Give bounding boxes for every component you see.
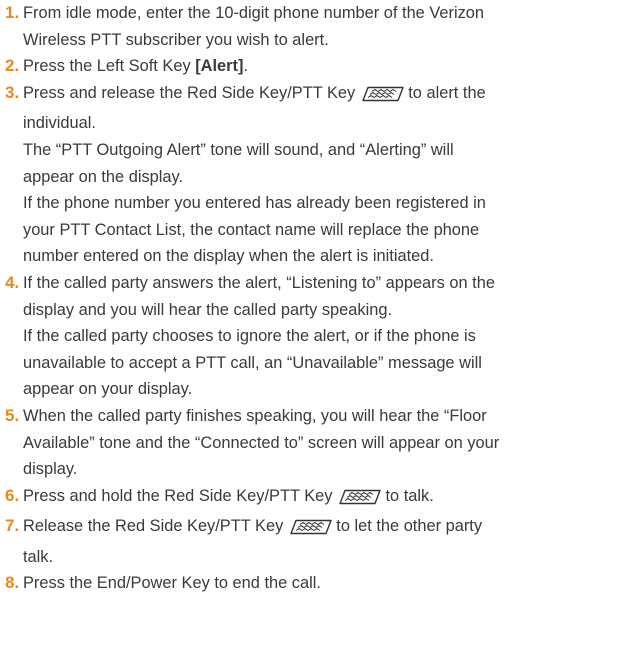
step-text-line: unavailable to accept a PTT call, an “Un…: [23, 353, 482, 372]
step-text-line: Release the Red Side Key/PTT Key to let t…: [23, 513, 628, 544]
step-number: 8.: [5, 573, 20, 593]
step-text: to alert the: [408, 83, 486, 102]
ptt-side-key-icon: [289, 517, 333, 544]
instruction-steps: 1. From idle mode, enter the 10-digit ph…: [0, 0, 630, 597]
step-text: Press the Left Soft Key: [23, 57, 196, 76]
step-text-line: If the called party answers the alert, “…: [23, 273, 495, 292]
step-4: 4. If the called party answers the alert…: [0, 270, 630, 403]
step-text: to let the other party: [336, 517, 483, 536]
step-text-line: number entered on the display when the a…: [23, 247, 434, 266]
step-text-line: your PTT Contact List, the contact name …: [23, 220, 480, 239]
step-text-line: If the phone number you entered has alre…: [23, 194, 486, 213]
alert-soft-key-label: [Alert]: [195, 57, 244, 76]
step-text-line: From idle mode, enter the 10-digit phone…: [23, 4, 485, 22]
step-3: 3. Press and release the Red Side Key/PT…: [0, 80, 630, 270]
step-text-line: Press the Left Soft Key [Alert].: [23, 53, 628, 80]
step-8: 8. Press the End/Power Key to end the ca…: [0, 570, 630, 597]
step-number: 7.: [5, 516, 20, 536]
step-6: 6. Press and hold the Red Side Key/PTT K…: [0, 483, 630, 514]
step-text-line: appear on your display.: [23, 380, 193, 399]
step-1: 1. From idle mode, enter the 10-digit ph…: [0, 0, 630, 53]
step-text-line: Press the End/Power Key to end the call.: [23, 574, 321, 593]
step-number: 2.: [5, 56, 20, 76]
step-5: 5. When the called party finishes speaki…: [0, 403, 630, 483]
step-number: 3.: [5, 82, 20, 102]
step-text-line: Wireless PTT subscriber you wish to aler…: [23, 30, 329, 49]
step-text: to talk.: [385, 486, 434, 505]
step-text: Press and hold the Red Side Key/PTT Key: [23, 486, 333, 505]
step-number: 5.: [5, 405, 20, 425]
step-text-line: appear on the display.: [23, 167, 184, 186]
step-number: 4.: [5, 272, 20, 292]
step-text-line: Press and release the Red Side Key/PTT K…: [23, 80, 628, 111]
step-2: 2. Press the Left Soft Key [Alert].: [0, 53, 630, 80]
step-text-line: talk.: [23, 547, 54, 566]
step-number: 6.: [5, 485, 20, 505]
step-text: Release the Red Side Key/PTT Key: [23, 517, 284, 536]
step-text-line: Press and hold the Red Side Key/PTT Key t…: [23, 483, 628, 514]
step-text-line: The “PTT Outgoing Alert” tone will sound…: [23, 140, 454, 159]
step-text: .: [243, 57, 249, 76]
step-text-line: individual.: [23, 114, 96, 133]
step-text-line: display.: [23, 460, 78, 479]
step-text-line: display and you will hear the called par…: [23, 300, 393, 319]
step-text-line: When the called party finishes speaking,…: [23, 406, 487, 425]
step-number: 1.: [5, 3, 20, 22]
ptt-side-key-icon: [338, 487, 382, 514]
step-text-line: If the called party chooses to ignore th…: [23, 327, 476, 346]
ptt-side-key-icon: [361, 84, 405, 111]
step-text: Press and release the Red Side Key/PTT K…: [23, 83, 356, 102]
step-text-line: Available” tone and the “Connected to” s…: [23, 433, 500, 452]
step-7: 7. Release the Red Side Key/PTT Key to le…: [0, 513, 630, 570]
